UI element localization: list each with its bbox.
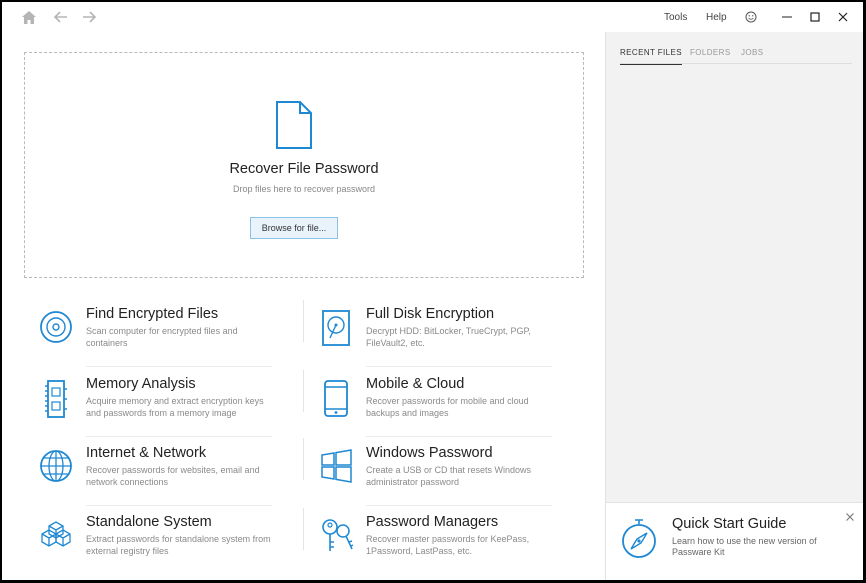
hard-drive-icon xyxy=(322,310,350,346)
browse-file-button[interactable]: Browse for file... xyxy=(250,217,338,239)
windows-logo-icon xyxy=(321,449,352,483)
column-divider xyxy=(303,370,304,412)
memory-module-icon xyxy=(45,380,67,418)
arrow-right-icon xyxy=(83,11,96,23)
quick-start-title: Quick Start Guide xyxy=(672,516,787,532)
feature-description: Create a USB or CD that resets Windows a… xyxy=(366,465,532,487)
tab-underline xyxy=(620,63,852,64)
home-button[interactable] xyxy=(20,8,38,26)
file-drop-zone[interactable]: Recover File Password Drop files here to… xyxy=(24,52,584,278)
quick-start-description: Learn how to use the new version of Pass… xyxy=(672,536,817,557)
smiley-icon xyxy=(745,11,757,23)
compass-icon xyxy=(622,519,656,558)
feature-windows-password[interactable]: Windows Password Create a USB or CD that… xyxy=(320,445,560,507)
feature-internet-network[interactable]: Internet & Network Recover passwords for… xyxy=(40,445,280,507)
app-window: Tools Help Recover File Password Drop fi… xyxy=(2,2,863,580)
cubes-icon xyxy=(41,521,71,547)
row-divider xyxy=(86,366,272,367)
close-icon xyxy=(838,12,848,22)
feature-find-encrypted-files[interactable]: Find Encrypted Files Scan computer for e… xyxy=(40,306,280,368)
forward-button[interactable] xyxy=(80,8,98,26)
feature-title: Standalone System xyxy=(86,514,212,530)
feature-title: Internet & Network xyxy=(86,445,207,461)
feature-full-disk-encryption[interactable]: Full Disk Encryption Decrypt HDD: BitLoc… xyxy=(320,306,560,368)
globe-icon xyxy=(40,450,72,482)
maximize-icon xyxy=(810,12,820,22)
feature-description: Scan computer for encrypted files and co… xyxy=(86,326,238,348)
feedback-button[interactable] xyxy=(736,6,766,28)
disc-search-icon xyxy=(40,311,72,343)
row-divider xyxy=(86,505,272,506)
feature-title: Password Managers xyxy=(366,514,499,530)
maximize-button[interactable] xyxy=(800,6,830,28)
document-icon xyxy=(276,101,312,149)
feature-description: Decrypt HDD: BitLocker, TrueCrypt, PGP, … xyxy=(366,326,531,348)
feature-title: Windows Password xyxy=(366,445,493,461)
drop-zone-subtitle: Drop files here to recover password xyxy=(232,184,376,194)
row-divider xyxy=(366,366,552,367)
quick-start-close-button[interactable] xyxy=(844,511,856,523)
home-icon xyxy=(22,10,36,24)
column-divider xyxy=(303,438,304,480)
row-divider xyxy=(366,505,552,506)
feature-mobile-cloud[interactable]: Mobile & Cloud Recover passwords for mob… xyxy=(320,376,560,438)
feature-description: Recover passwords for websites, email an… xyxy=(86,465,260,487)
tab-jobs[interactable]: JOBS xyxy=(741,48,764,63)
row-divider xyxy=(86,436,272,437)
drop-zone-title: Recover File Password xyxy=(229,161,379,177)
right-sidebar: RECENT FILES FOLDERS JOBS Quick Start Gu… xyxy=(605,32,863,580)
main-panel: Recover File Password Drop files here to… xyxy=(2,32,605,580)
keys-icon xyxy=(322,519,354,551)
quick-start-panel[interactable]: Quick Start Guide Learn how to use the n… xyxy=(606,502,863,580)
close-icon xyxy=(846,513,854,521)
feature-title: Memory Analysis xyxy=(86,376,196,392)
back-button[interactable] xyxy=(52,8,70,26)
tab-folders[interactable]: FOLDERS xyxy=(690,48,731,63)
tools-menu[interactable]: Tools xyxy=(664,12,687,23)
feature-password-managers[interactable]: Password Managers Recover master passwor… xyxy=(320,514,560,576)
feature-memory-analysis[interactable]: Memory Analysis Acquire memory and extra… xyxy=(40,376,280,438)
help-menu[interactable]: Help xyxy=(706,12,727,23)
feature-description: Acquire memory and extract encryption ke… xyxy=(86,396,264,418)
feature-title: Full Disk Encryption xyxy=(366,306,495,322)
feature-standalone-system[interactable]: Standalone System Extract passwords for … xyxy=(40,514,280,576)
column-divider xyxy=(303,300,304,342)
close-button[interactable] xyxy=(828,6,858,28)
feature-title: Find Encrypted Files xyxy=(86,306,219,322)
feature-description: Recover passwords for mobile and cloud b… xyxy=(366,396,529,418)
row-divider xyxy=(366,436,552,437)
feature-description: Recover master passwords for KeePass, 1P… xyxy=(366,534,530,556)
minimize-icon xyxy=(782,16,792,18)
mobile-phone-icon xyxy=(324,380,348,417)
title-bar: Tools Help xyxy=(2,2,863,32)
feature-description: Extract passwords for standalone system … xyxy=(86,534,271,556)
arrow-left-icon xyxy=(54,11,67,23)
column-divider xyxy=(303,508,304,550)
minimize-button[interactable] xyxy=(772,6,802,28)
feature-title: Mobile & Cloud xyxy=(366,376,465,392)
